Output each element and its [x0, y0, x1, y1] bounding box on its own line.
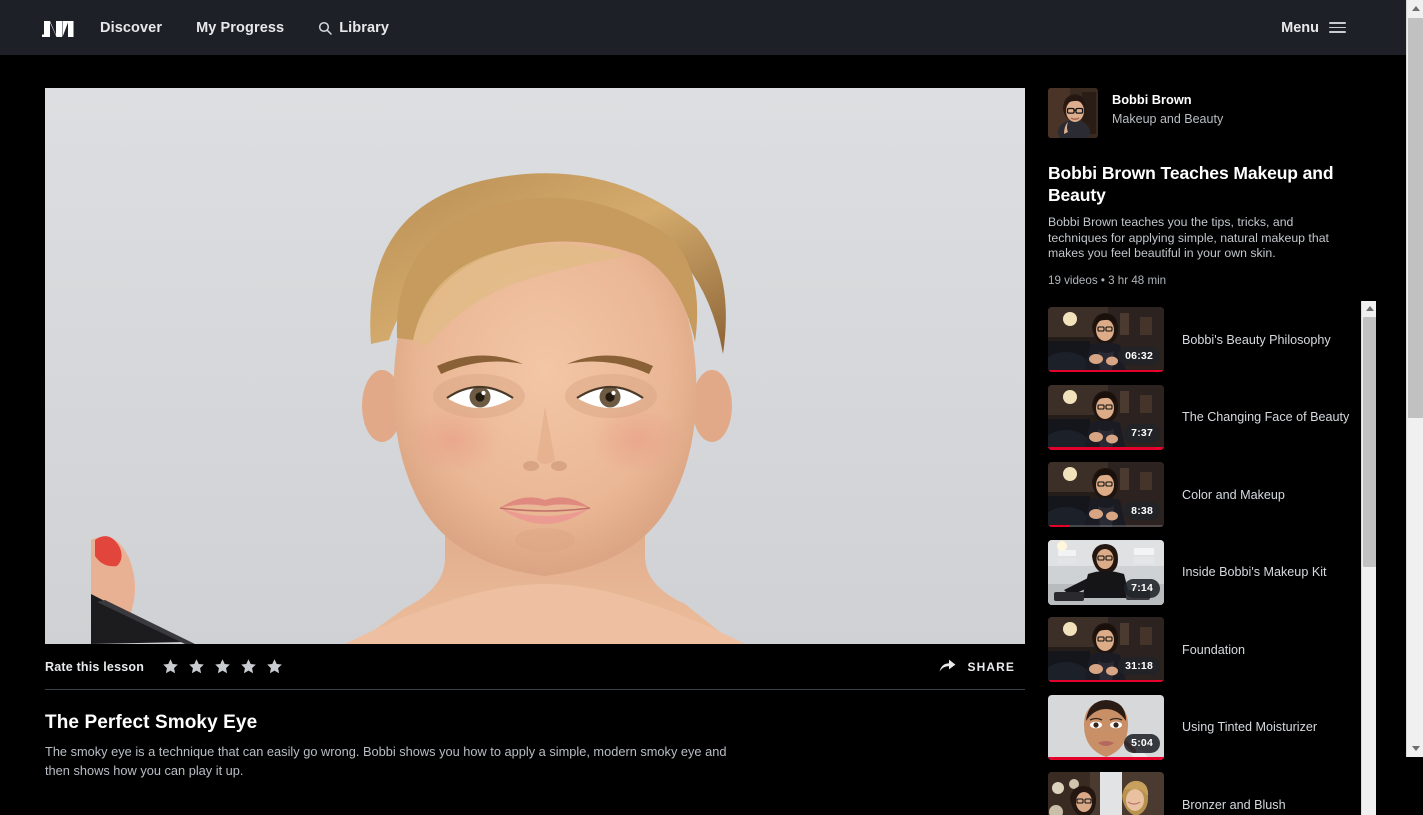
star-icon[interactable]: [188, 658, 205, 675]
share-button[interactable]: SHARE: [939, 658, 1025, 675]
lesson-item-title: Color and Makeup: [1182, 487, 1285, 502]
lesson-list-scrollbar[interactable]: [1361, 300, 1376, 815]
masterclass-logo[interactable]: [40, 13, 78, 43]
lesson-progress-fill: [1048, 369, 1164, 373]
lesson-duration-badge: 8:38: [1124, 501, 1160, 521]
nav-link-library[interactable]: Library: [318, 14, 389, 42]
course-title: Bobbi Brown Teaches Makeup and Beauty: [1048, 163, 1334, 205]
share-arrow-icon: [939, 658, 956, 675]
lesson-meta-bar: Rate this lesson SHARE: [45, 644, 1025, 690]
lesson-progress-track: [1048, 757, 1164, 760]
page-content: Rate this lesson SHARE The Perfect Smoky…: [0, 55, 1406, 815]
star-icon[interactable]: [266, 658, 283, 675]
course-description: Bobbi Brown teaches you the tips, tricks…: [1048, 215, 1329, 261]
lesson-item-title: Bronzer and Blush: [1182, 797, 1286, 812]
course-sidebar: Bobbi Brown Makeup and Beauty Bobbi Brow…: [1048, 88, 1376, 815]
lesson-thumbnail[interactable]: 5:04: [1048, 694, 1164, 760]
lesson-thumbnail[interactable]: 31:18: [1048, 617, 1164, 683]
share-button-label: SHARE: [967, 659, 1015, 674]
menu-button-label: Menu: [1281, 19, 1319, 36]
nav-link-library-label: Library: [339, 19, 390, 36]
lesson-progress-track: [1048, 369, 1164, 373]
player-column: Rate this lesson SHARE The Perfect Smoky…: [45, 88, 1025, 780]
lesson-progress-fill: [1048, 679, 1164, 683]
lesson-list-container: 06:32 Bobbi's Beauty Philosophy 7:37 The C…: [1048, 300, 1376, 815]
lesson-thumbnail[interactable]: 7:37: [1048, 384, 1164, 450]
scroll-up-arrow-icon[interactable]: [1362, 301, 1376, 316]
lesson-duration-badge: 7:14: [1124, 579, 1160, 598]
star-icon[interactable]: [240, 658, 257, 675]
rating-stars[interactable]: [162, 658, 283, 675]
lesson-item-title: The Changing Face of Beauty: [1182, 410, 1350, 425]
lesson-list-item[interactable]: 31:18 Foundation: [1048, 611, 1359, 689]
nav-link-my-progress[interactable]: My Progress: [196, 14, 284, 42]
lesson-title: The Perfect Smoky Eye: [45, 712, 258, 733]
lesson-list-item[interactable]: 7:37 The Changing Face of Beauty: [1048, 378, 1359, 456]
lesson-item-title: Foundation: [1182, 642, 1246, 657]
lesson-progress-fill: [1048, 757, 1164, 760]
lesson-progress-fill: [1048, 524, 1069, 528]
instructor-avatar: [1048, 88, 1098, 138]
lesson-thumbnail[interactable]: 7:14: [1048, 539, 1164, 605]
lesson-progress-track: [1048, 447, 1164, 450]
instructor-block[interactable]: Bobbi Brown Makeup and Beauty: [1048, 88, 1376, 138]
nav-link-discover-label: Discover: [100, 19, 163, 36]
hamburger-icon: [1329, 22, 1346, 33]
lesson-list-item[interactable]: 06:32 Bobbi's Beauty Philosophy: [1048, 301, 1359, 379]
lesson-duration-badge: 06:32: [1118, 346, 1160, 366]
page-scrollbar[interactable]: [1406, 0, 1423, 757]
lesson-thumbnail[interactable]: 06:32: [1048, 307, 1164, 373]
rate-lesson-label: Rate this lesson: [45, 659, 145, 674]
lesson-list-item[interactable]: 7:14 Inside Bobbi's Makeup Kit: [1048, 533, 1359, 611]
instructor-name: Bobbi Brown: [1112, 92, 1192, 107]
lesson-thumbnail[interactable]: [1048, 772, 1164, 815]
nav-link-discover[interactable]: Discover: [100, 14, 162, 42]
lesson-list: 06:32 Bobbi's Beauty Philosophy 7:37 The C…: [1048, 301, 1359, 815]
nav-link-my-progress-label: My Progress: [196, 19, 285, 36]
lesson-thumbnail[interactable]: 8:38: [1048, 462, 1164, 528]
lesson-item-title: Inside Bobbi's Makeup Kit: [1182, 565, 1327, 580]
primary-nav-links: Discover My Progress Library: [100, 14, 389, 42]
lesson-item-title: Bobbi's Beauty Philosophy: [1182, 332, 1331, 347]
lesson-list-item[interactable]: 8:38 Color and Makeup: [1048, 456, 1359, 534]
lesson-progress-track: [1048, 524, 1164, 528]
course-stats: 19 videos • 3 hr 48 min: [1048, 273, 1167, 287]
lesson-duration-badge: 7:37: [1124, 424, 1160, 443]
lesson-list-scrollbar-thumb[interactable]: [1363, 316, 1376, 567]
page-scrollbar-thumb[interactable]: [1408, 18, 1423, 418]
menu-button[interactable]: Menu: [1281, 20, 1346, 36]
page-scroll-down-arrow-icon[interactable]: [1407, 740, 1423, 757]
lesson-duration-badge: 5:04: [1124, 734, 1160, 753]
lesson-thumbnail-image: [1048, 772, 1164, 815]
instructor-text: Bobbi Brown Makeup and Beauty: [1112, 88, 1223, 126]
instructor-subject: Makeup and Beauty: [1112, 112, 1224, 126]
lesson-progress-fill: [1048, 447, 1164, 450]
lesson-progress-track: [1048, 679, 1164, 683]
star-icon[interactable]: [214, 658, 231, 675]
lesson-list-item[interactable]: Bronzer and Blush: [1048, 766, 1359, 815]
lesson-list-item[interactable]: 5:04 Using Tinted Moisturizer: [1048, 688, 1359, 766]
video-player[interactable]: [45, 88, 1025, 644]
lesson-description: The smoky eye is a technique that can ea…: [45, 744, 727, 778]
lesson-duration-badge: 31:18: [1118, 656, 1160, 676]
star-icon[interactable]: [162, 658, 179, 675]
top-navigation-bar: Discover My Progress Library Menu: [0, 0, 1406, 55]
lesson-details: The Perfect Smoky Eye The smoky eye is a…: [45, 690, 1025, 780]
lesson-item-title: Using Tinted Moisturizer: [1182, 720, 1318, 735]
page-scroll-up-arrow-icon[interactable]: [1407, 0, 1423, 17]
search-icon: [318, 21, 332, 35]
video-frame-image: [45, 88, 1025, 644]
